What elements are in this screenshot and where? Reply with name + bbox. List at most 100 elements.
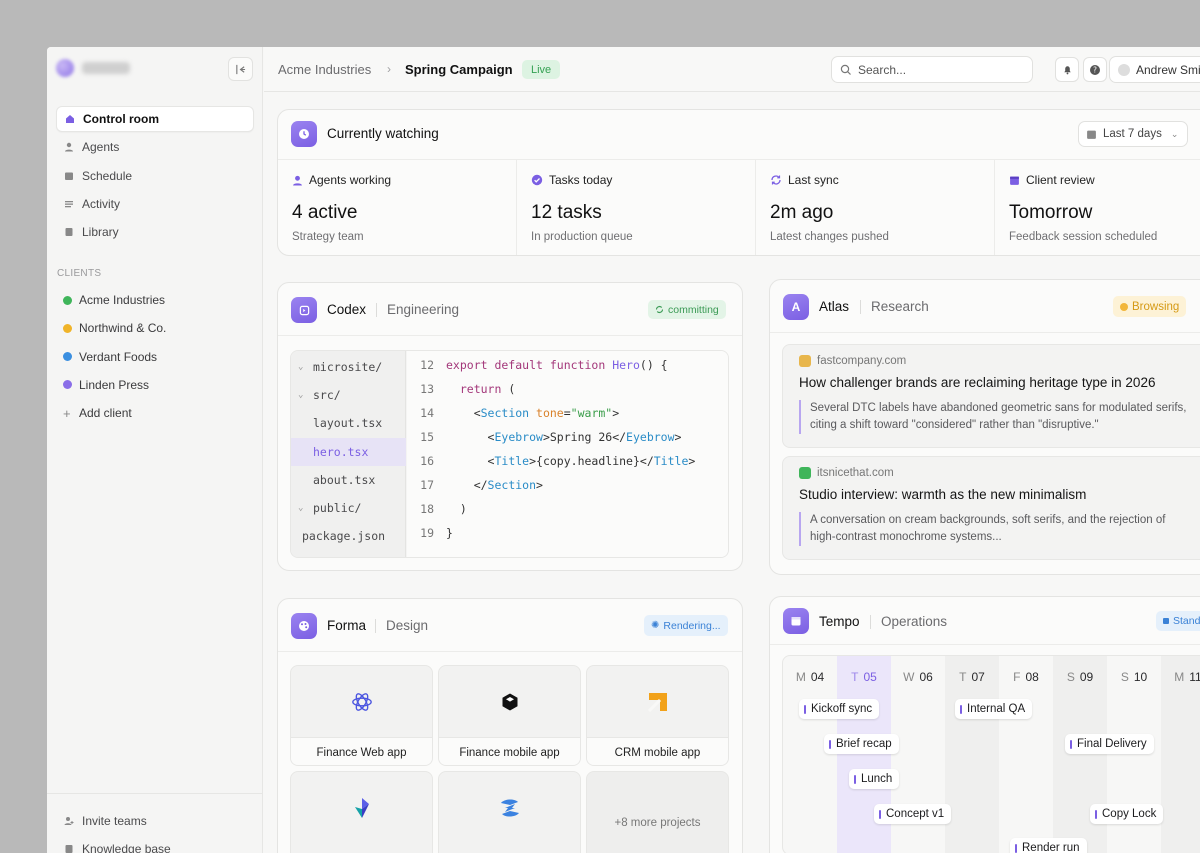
nav-item-activity[interactable]: Activity <box>56 191 254 217</box>
knowledge-base-link[interactable]: Knowledge base <box>56 836 263 853</box>
invite-icon <box>64 817 74 825</box>
calendar-event[interactable]: Brief recap <box>824 734 899 754</box>
user-menu-button[interactable]: Andrew Smith <box>1109 56 1200 83</box>
article-card[interactable]: itsnicethat.com Studio interview: warmth… <box>782 456 1200 560</box>
client-item-verdant[interactable]: Verdant Foods <box>56 344 254 370</box>
workspace-brand[interactable] <box>56 59 130 77</box>
nav-label: Control room <box>83 112 159 126</box>
project-tile-thumbnail[interactable] <box>438 771 581 853</box>
invite-teams-button[interactable]: Invite teams <box>56 808 263 834</box>
client-label: Linden Press <box>79 377 150 392</box>
calendar-icon <box>65 172 73 180</box>
gem-logo-icon <box>291 772 432 843</box>
search-input[interactable]: Search... <box>831 56 1033 83</box>
agent-name: Atlas <box>819 299 850 314</box>
project-tile-finance-mobile[interactable]: Finance mobile app <box>438 665 581 766</box>
user-icon <box>293 175 302 185</box>
project-tile-thumbnail[interactable] <box>290 771 433 853</box>
nav-label: Knowledge base <box>82 842 171 853</box>
collapse-sidebar-button[interactable] <box>228 57 253 81</box>
project-tile-crm-mobile[interactable]: CRM mobile app <box>586 665 729 766</box>
calendar-event[interactable]: Render run <box>1010 838 1087 853</box>
file-about-tsx[interactable]: about.tsx <box>291 466 406 494</box>
stat-agents-working: Agents working 4 active Strategy team <box>278 160 517 255</box>
calendar-event[interactable]: Copy Lock <box>1090 804 1164 824</box>
check-circle-icon <box>531 174 543 186</box>
client-item-acme[interactable]: Acme Industries <box>56 287 254 313</box>
calendar-event[interactable]: Kickoff sync <box>799 699 880 719</box>
more-projects-button[interactable]: +8 more projects <box>586 771 729 853</box>
event-label: Lunch <box>861 773 893 785</box>
event-label: Internal QA <box>967 703 1026 715</box>
code-token: ) <box>459 502 467 516</box>
folder-src[interactable]: ⌄ src/ <box>291 381 406 409</box>
nav-item-agents[interactable]: Agents <box>56 134 254 160</box>
file-package-json[interactable]: package.json <box>291 522 406 550</box>
article-source: itsnicethat.com <box>817 467 894 479</box>
chevron-down-icon: ⌄ <box>298 390 304 400</box>
code-token: Title <box>494 454 530 468</box>
chevron-down-icon: ⌄ <box>1170 128 1179 139</box>
app-window: Control room Agents Schedule Activity Li… <box>47 47 1200 853</box>
event-label: Concept v1 <box>886 808 945 820</box>
user-name: Andrew Smith <box>1136 62 1200 77</box>
stat-label: Last sync <box>788 173 839 187</box>
stat-label: Agents working <box>309 173 392 187</box>
nav-item-control-room[interactable]: Control room <box>56 106 254 132</box>
client-item-northwind[interactable]: Northwind & Co. <box>56 315 254 341</box>
stat-tasks-today: Tasks today 12 tasks In production queue <box>517 160 756 255</box>
atlas-app-icon: A <box>783 294 809 320</box>
line-number: 18 <box>420 502 434 516</box>
sync-icon <box>655 305 664 314</box>
project-tile-finance-web[interactable]: Finance Web app <box>290 665 433 766</box>
folder-microsite[interactable]: ⌄ microsite/ <box>291 353 406 381</box>
client-item-linden[interactable]: Linden Press <box>56 372 254 398</box>
day-letter: F <box>1013 670 1021 684</box>
client-color-dot <box>63 295 72 305</box>
forma-agent-panel: Forma Design ✺ Rendering... Finance Web … <box>277 598 743 853</box>
client-label: Northwind & Co. <box>79 321 167 336</box>
stat-value: 2m ago <box>770 202 834 223</box>
code-token: return <box>459 382 502 396</box>
code-line: 15 < Eyebrow > Spring 26 </Eyebrow > <box>407 425 728 449</box>
status-dot <box>1120 302 1128 311</box>
codex-app-icon <box>291 297 317 323</box>
help-button[interactable]: ? <box>1083 57 1107 82</box>
divider <box>770 644 1200 645</box>
breadcrumb-parent[interactable]: Acme Industries <box>278 62 371 77</box>
add-client-button[interactable]: + Add client <box>56 400 254 426</box>
stat-value: 12 tasks <box>531 202 602 223</box>
nav-label: Agents <box>82 140 120 155</box>
folder-public[interactable]: ⌄ public/ <box>291 494 406 522</box>
notifications-button[interactable] <box>1055 57 1079 82</box>
code-token: Eyebrow <box>626 430 675 444</box>
sidebar-footer: Invite teams Knowledge base <box>47 793 263 853</box>
stat-last-sync: Last sync 2m ago Latest changes pushed <box>756 160 995 255</box>
calendar-event[interactable]: Concept v1 <box>874 804 952 824</box>
nav-item-library[interactable]: Library <box>56 219 254 245</box>
date-range-select[interactable]: Last 7 days ⌄ <box>1078 121 1188 147</box>
client-color-dot <box>63 352 72 362</box>
currently-watching-panel: Currently watching Last 7 days ⌄ Agents … <box>277 109 1200 256</box>
calendar-event[interactable]: Internal QA <box>955 699 1033 719</box>
sync-icon <box>771 175 781 185</box>
client-color-dot <box>63 380 72 390</box>
nav-item-schedule[interactable]: Schedule <box>56 163 254 189</box>
status-text: Standup <box>1173 615 1200 627</box>
file-hero-tsx[interactable]: hero.tsx <box>291 438 406 466</box>
file-layout-tsx[interactable]: layout.tsx <box>291 409 406 437</box>
stat-sub: In production queue <box>531 231 633 243</box>
file-tree: ⌄ microsite/ ⌄ src/ layout.tsx hero.tsx ab… <box>291 351 406 557</box>
collapse-icon <box>236 64 246 74</box>
code-view[interactable]: 12 export default function Hero() { 13 re… <box>407 351 728 557</box>
calendar-event[interactable]: Final Delivery <box>1065 734 1154 754</box>
divider <box>278 651 742 652</box>
list-icon <box>65 200 73 208</box>
day-number: 05 <box>863 670 877 684</box>
stat-sub: Feedback session scheduled <box>1009 231 1158 243</box>
workspace-logo <box>56 59 74 77</box>
day-number: 07 <box>971 670 985 684</box>
breadcrumb-chevron-icon: › <box>387 62 391 76</box>
article-card[interactable]: fastcompany.com How challenger brands ar… <box>782 344 1200 448</box>
calendar-event[interactable]: Lunch <box>849 769 900 789</box>
